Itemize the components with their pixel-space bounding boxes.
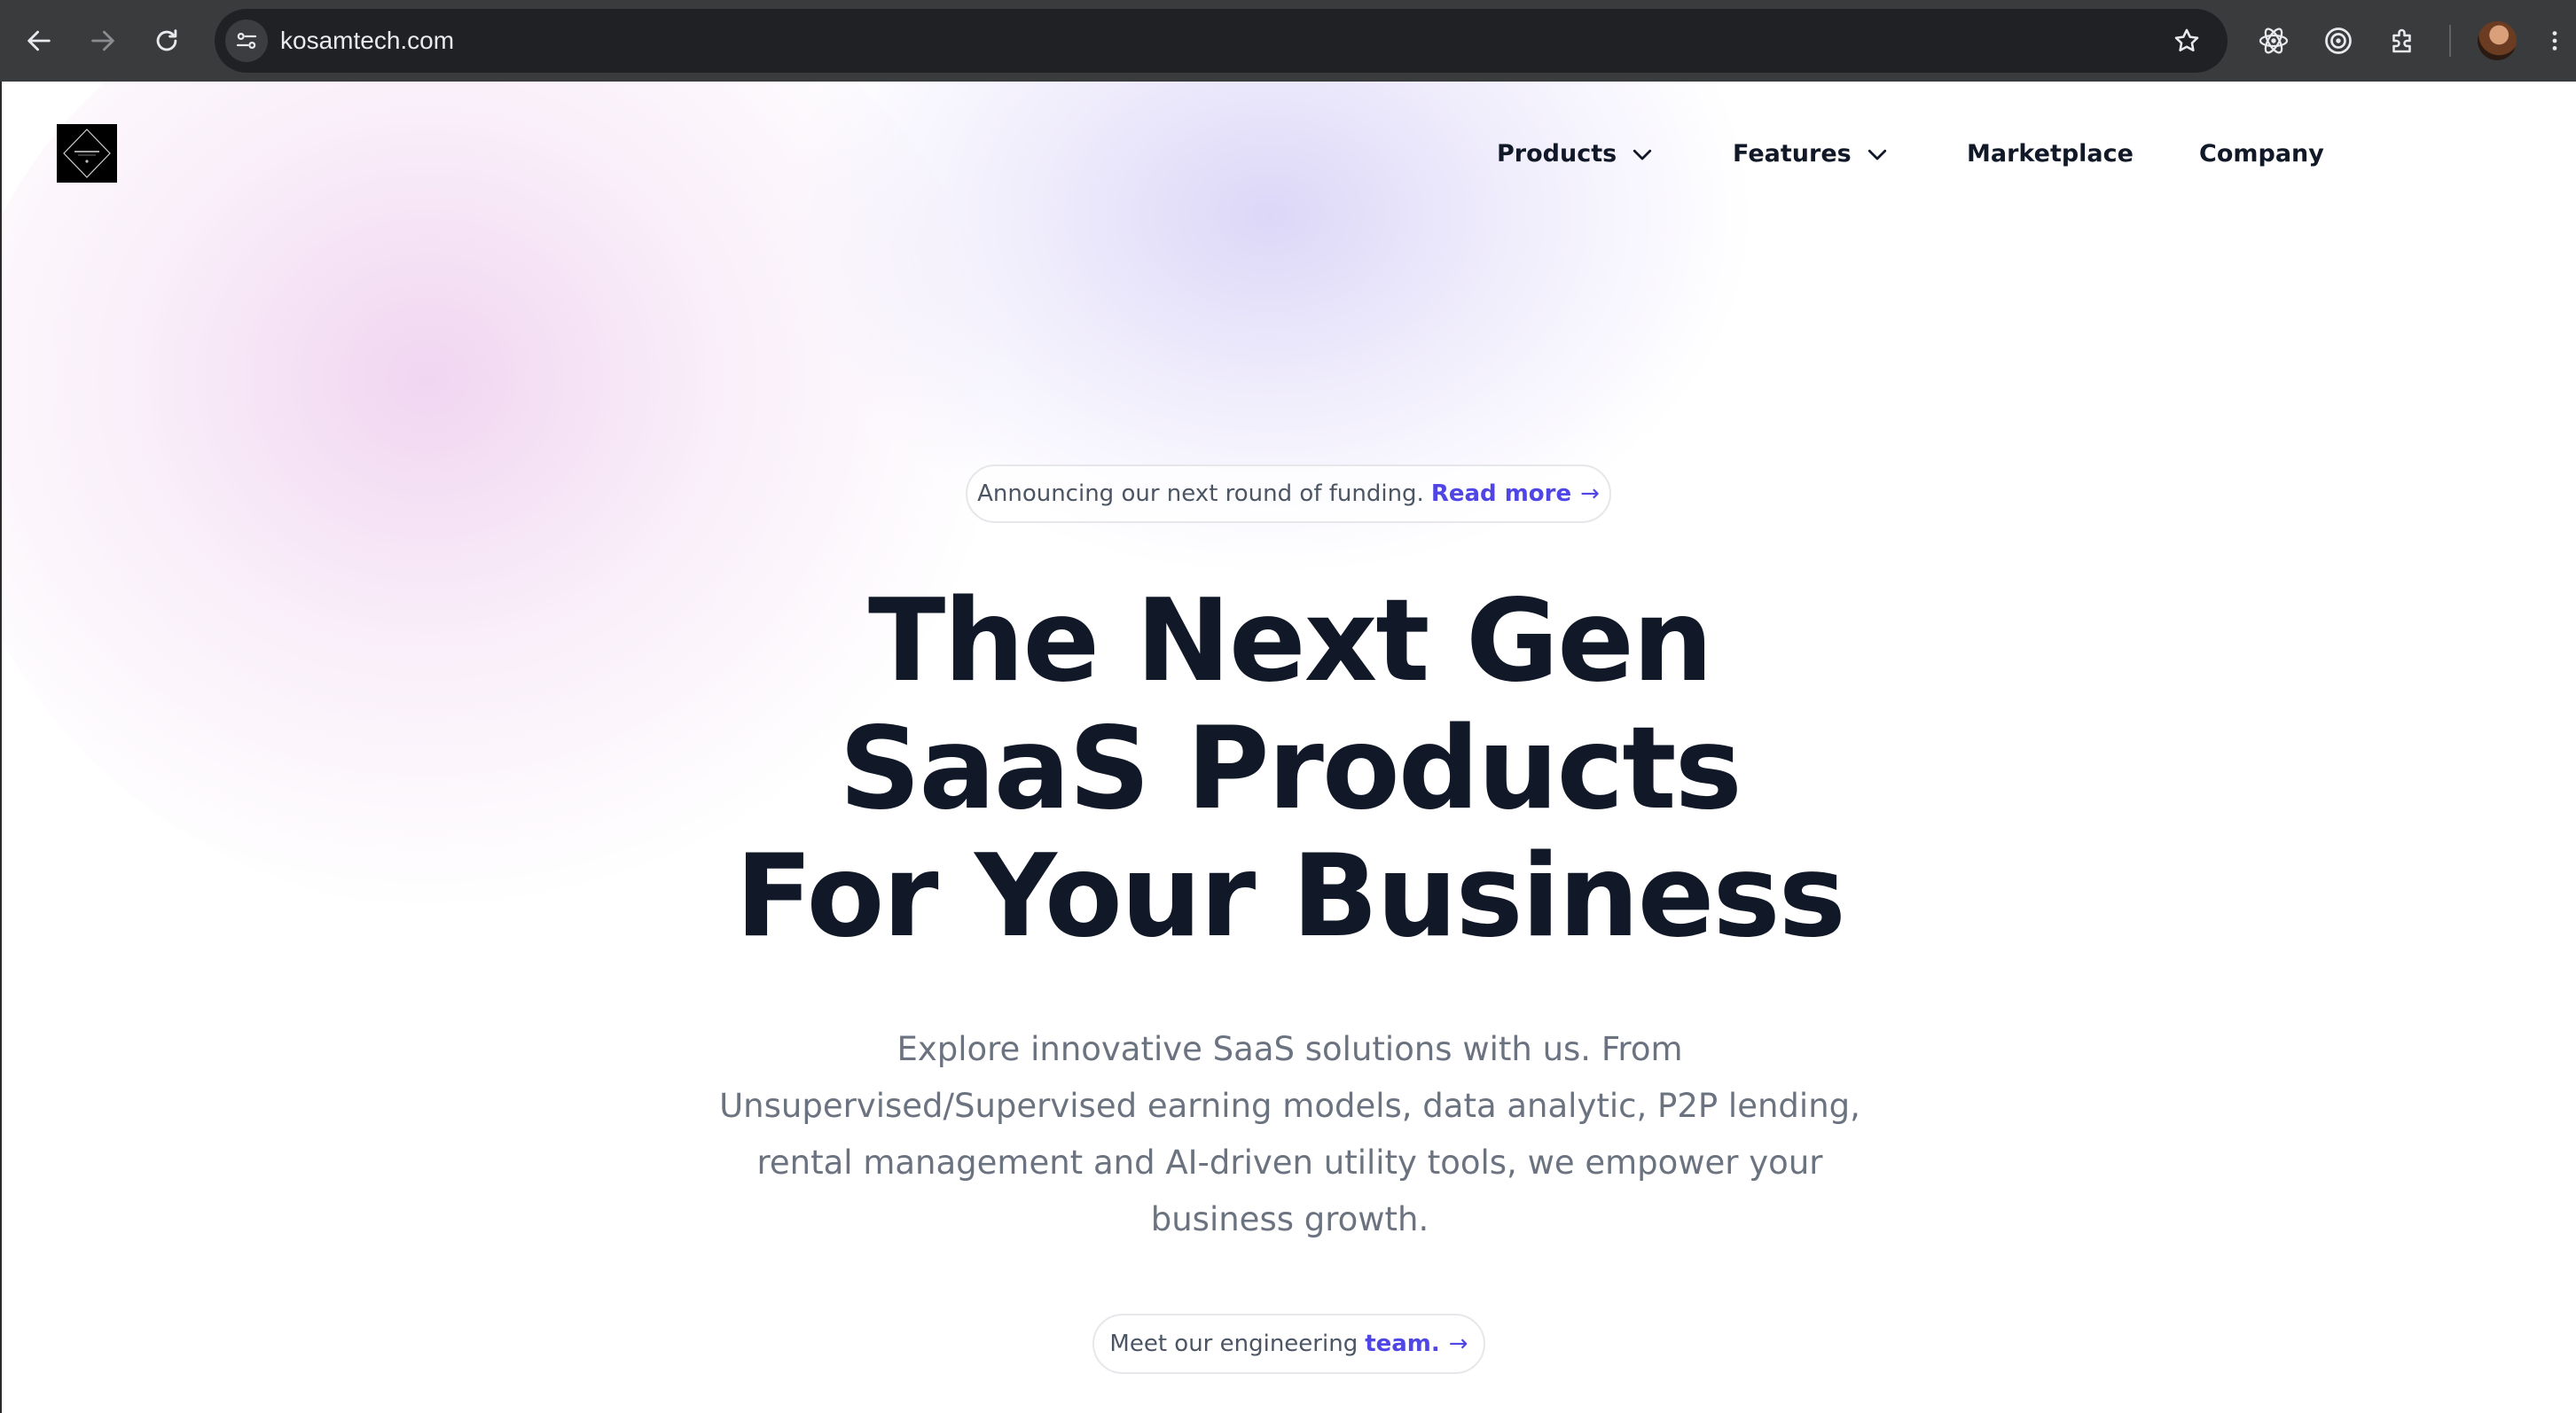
arrow-left-icon (27, 30, 51, 51)
hero-title-line-1: The Next Gen (867, 575, 1713, 707)
nav-company[interactable]: Company (2199, 135, 2324, 174)
nav-features-label: Features (1733, 140, 1852, 168)
back-button[interactable] (14, 16, 64, 66)
chevron-down-icon (1867, 149, 1886, 160)
nav-products[interactable]: Products (1497, 135, 1656, 174)
read-more-link[interactable]: Read more (1431, 480, 1571, 507)
hero-title-line-2: SaaS Products (839, 703, 1742, 835)
nav-marketplace-label: Marketplace (1967, 140, 2134, 168)
hero-title: The Next Gen SaaS Products For Your Busi… (534, 578, 2046, 961)
nav-company-label: Company (2199, 140, 2324, 168)
bookmark-button[interactable] (2169, 23, 2204, 59)
extensions-button[interactable] (2382, 20, 2424, 62)
reload-button[interactable] (142, 16, 192, 66)
hero-title-line-3: For Your Business (735, 831, 1846, 963)
browser-menu-button[interactable] (2541, 20, 2568, 62)
arrow-right-icon: → (1448, 1331, 1468, 1357)
nav-marketplace[interactable]: Marketplace (1967, 135, 2134, 174)
toolbar-separator (2449, 25, 2451, 57)
nav-features[interactable]: Features (1733, 135, 1891, 174)
browser-toolbar: kosamtech.com (0, 0, 2576, 82)
announcement-text: Announcing our next round of funding. (977, 480, 1424, 507)
arrow-right-icon (91, 30, 114, 51)
announcement-pill[interactable]: Announcing our next round of funding. Re… (966, 464, 1611, 523)
target-icon (2325, 27, 2352, 54)
puzzle-icon (2392, 28, 2411, 53)
reload-icon (156, 29, 177, 51)
target-extension[interactable] (2317, 20, 2360, 62)
chevron-down-icon (1633, 149, 1652, 160)
site-info-button[interactable] (225, 20, 268, 62)
team-text: Meet our engineering (1109, 1331, 1358, 1357)
web-page: Products Features Marketplace Company An… (0, 82, 2576, 1413)
forward-button[interactable] (78, 16, 128, 66)
site-logo[interactable] (57, 124, 117, 183)
kebab-menu-icon (2552, 31, 2557, 51)
address-bar[interactable]: kosamtech.com (215, 9, 2228, 73)
react-icon (2259, 27, 2289, 54)
nav-products-label: Products (1497, 140, 1617, 168)
logo-icon (57, 124, 117, 183)
hero-subtitle: Explore innovative SaaS solutions with u… (719, 1030, 1860, 1238)
avatar[interactable] (2478, 21, 2517, 60)
react-devtools-extension[interactable] (2252, 20, 2295, 62)
url-text[interactable]: kosamtech.com (280, 9, 454, 73)
tune-icon (236, 32, 257, 49)
arrow-right-icon: → (1580, 480, 1600, 507)
team-pill[interactable]: Meet our engineering team. → (1092, 1314, 1485, 1374)
team-link[interactable]: team. (1365, 1331, 1440, 1357)
star-icon (2174, 28, 2199, 52)
